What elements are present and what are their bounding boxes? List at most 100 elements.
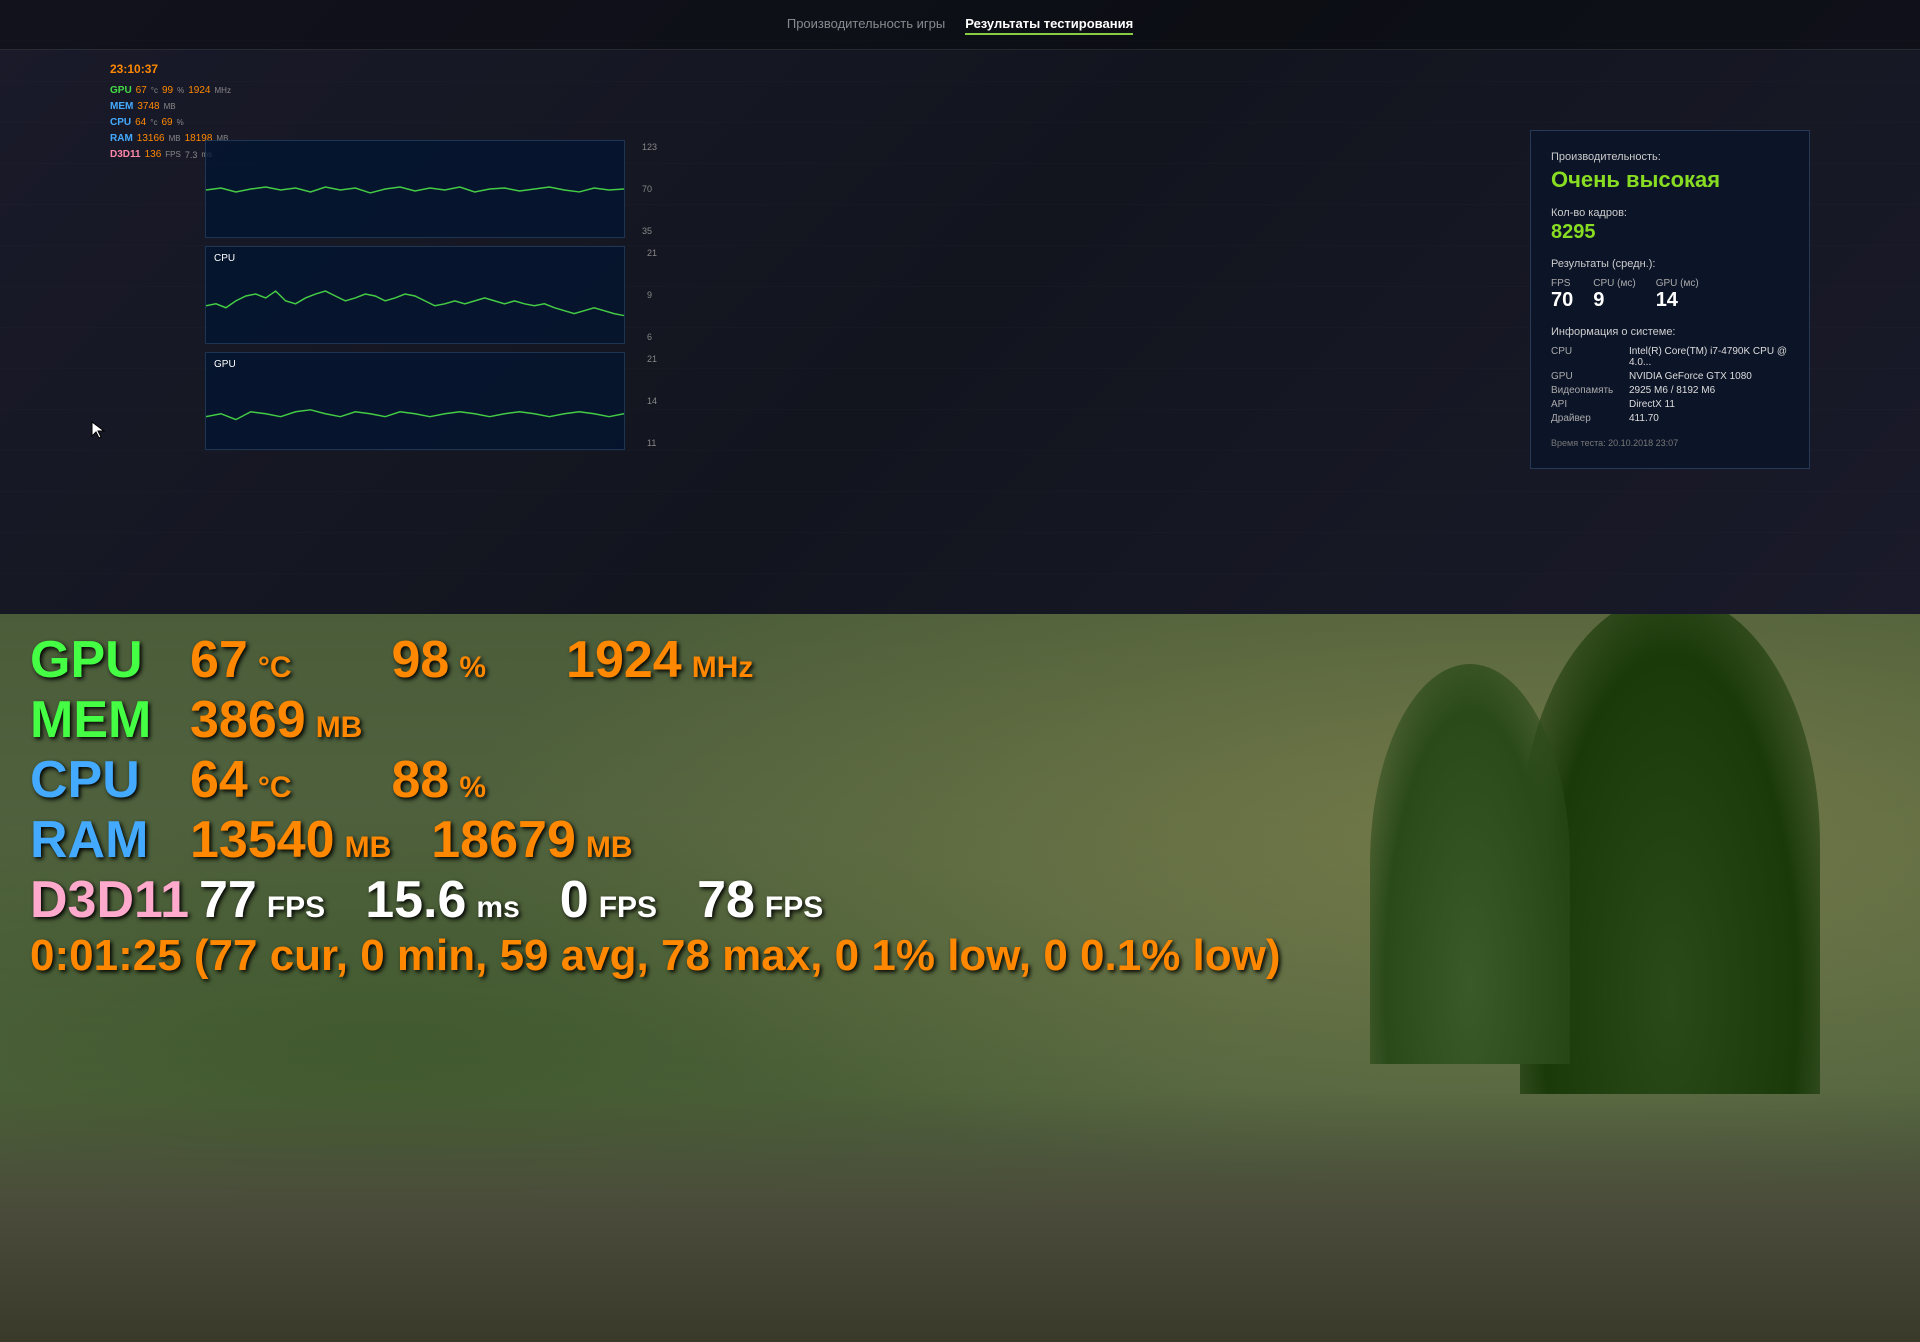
- tab-results[interactable]: Результаты тестирования: [965, 14, 1133, 35]
- metric-gpu-ms: GPU (мс) 14: [1656, 278, 1699, 312]
- sysinfo-cpu-key: CPU: [1551, 346, 1621, 368]
- hud-cpu-load: 88: [392, 754, 450, 806]
- results-perf-label: Производительность:: [1551, 151, 1789, 163]
- hud-gpu-clock: 1924: [566, 634, 682, 686]
- chart-fps-scale-bot: 35: [642, 226, 657, 236]
- hud-d3d-ms-unit: ms: [476, 893, 519, 923]
- chart-gpu-scale-bot: 11: [647, 438, 657, 448]
- chart-gpu-scale-top: 21: [647, 354, 657, 364]
- hud-mem-unit: MB: [316, 713, 363, 743]
- hud-gpu-temp: 67: [190, 634, 248, 686]
- tree-right2: [1370, 664, 1570, 1064]
- metric-cpu-ms-value: 9: [1593, 289, 1635, 312]
- chart-gpu-container: GPU 21 14 11: [205, 352, 625, 450]
- results-frames-value: 8295: [1551, 221, 1789, 244]
- stat-gpu-clock-unit: MHz: [215, 85, 231, 98]
- hud-d3d-label: D3D11: [30, 874, 189, 926]
- hud-d3d-fps2: 0: [560, 874, 589, 926]
- hud-summary: 0:01:25 (77 cur, 0 min, 59 avg, 78 max, …: [30, 934, 1281, 978]
- chart-cpu-svg: [206, 247, 624, 343]
- hud-ram-val1: 13540: [190, 814, 335, 866]
- metric-fps-label: FPS: [1551, 278, 1573, 289]
- results-frames-label: Кол-во кадров:: [1551, 207, 1789, 219]
- stat-gpu-label: GPU: [110, 83, 132, 99]
- hud-d3d-fps: 77: [199, 874, 257, 926]
- nav-tabs: Производительность игры Результаты тести…: [0, 0, 1920, 50]
- hud-cpu-load-unit: %: [459, 773, 486, 803]
- stat-cpu-temp-unit: °c: [150, 117, 157, 130]
- sysinfo-gpu-val: NVIDIA GeForce GTX 1080: [1629, 371, 1752, 382]
- results-panel: Производительность: Очень высокая Кол-во…: [1530, 130, 1810, 469]
- stat-cpu-load-unit: %: [177, 117, 184, 130]
- sysinfo-gpu-key: GPU: [1551, 371, 1621, 382]
- hud-d3d-fps3-unit: FPS: [765, 893, 823, 923]
- hud-overlay: GPU 67 °C 98% 1924 MHz MEM 3869MB CPU 64°C…: [30, 634, 1281, 986]
- metric-gpu-ms-value: 14: [1656, 289, 1699, 312]
- hud-d3d-fps-unit: FPS: [267, 893, 325, 923]
- results-timestamp: Время теста: 20.10.2018 23:07: [1551, 438, 1789, 448]
- chart-fps-scale-mid: 70: [642, 184, 657, 194]
- hud-cpu-label: CPU: [30, 754, 180, 806]
- metric-cpu-ms: CPU (мс) 9: [1593, 278, 1635, 312]
- metric-fps-value: 70: [1551, 289, 1573, 312]
- metric-fps: FPS 70: [1551, 278, 1573, 312]
- hud-d3d-fps3: 78: [697, 874, 755, 926]
- stat-mem-label: MEM: [110, 99, 133, 115]
- hud-ram-unit2: MB: [586, 833, 633, 863]
- ground: [0, 1092, 1920, 1342]
- sysinfo-api-row: API DirectX 11: [1551, 399, 1789, 410]
- stat-cpu-load: 69: [161, 115, 172, 131]
- stat-d3d-ms: 7.3: [185, 148, 198, 162]
- chart-fps: 123 70 35: [205, 140, 625, 238]
- hud-gpu-temp-unit: °C: [258, 653, 292, 683]
- chart-fps-scale-top: 123: [642, 142, 657, 152]
- stat-d3d-label: D3D11: [110, 147, 141, 163]
- top-panel: Производительность игры Результаты тести…: [0, 0, 1920, 614]
- sysinfo-vram-val: 2925 М6 / 8192 М6: [1629, 385, 1715, 396]
- chart-gpu-scale-mid: 14: [647, 396, 657, 406]
- bottom-panel: GPU 67 °C 98% 1924 MHz MEM 3869MB CPU 64°C…: [0, 614, 1920, 1342]
- stat-ram-label: RAM: [110, 131, 133, 147]
- chart-cpu-container: CPU 21 9 6: [205, 246, 625, 344]
- hud-gpu-label: GPU: [30, 634, 180, 686]
- hud-mem-label: MEM: [30, 694, 180, 746]
- charts-wrapper: 123 70 35 CPU 21 9 6 GPU: [205, 140, 625, 450]
- sysinfo-driver-row: Драйвер 411.70: [1551, 413, 1789, 424]
- hud-d3d-row: D3D11 77 FPS 15.6 ms 0 FPS 78 FPS: [30, 874, 1281, 926]
- chart-cpu-scale-mid: 9: [647, 290, 657, 300]
- hud-cpu-row: CPU 64°C 88%: [30, 754, 1281, 806]
- stat-gpu-load-unit: %: [177, 85, 184, 98]
- chart-fps-svg: [206, 141, 624, 237]
- hud-ram-label: RAM: [30, 814, 180, 866]
- stat-cpu-label: CPU: [110, 115, 131, 131]
- sysinfo-vram-row: Видеопамять 2925 М6 / 8192 М6: [1551, 385, 1789, 396]
- results-metrics: FPS 70 CPU (мс) 9 GPU (мс) 14: [1551, 278, 1789, 312]
- hud-d3d-ms: 15.6: [365, 874, 466, 926]
- hud-gpu-load-unit: %: [459, 653, 486, 683]
- stat-cpu-temp: 64: [135, 115, 146, 131]
- chart-cpu-scale-bot: 6: [647, 332, 657, 342]
- hud-ram-val2: 18679: [431, 814, 576, 866]
- tab-performance[interactable]: Производительность игры: [787, 14, 945, 35]
- metric-cpu-ms-label: CPU (мс): [1593, 278, 1635, 289]
- stat-gpu-temp: 67: [136, 83, 147, 99]
- stat-ram-val1: 13166: [137, 131, 165, 147]
- hud-d3d-fps2-unit: FPS: [599, 893, 657, 923]
- stat-gpu-temp-unit: °c: [151, 85, 158, 98]
- results-sysinfo-label: Информация о системе:: [1551, 326, 1789, 338]
- results-avg-label: Результаты (средн.):: [1551, 258, 1789, 270]
- stat-gpu-clock: 1924: [188, 83, 210, 99]
- hud-gpu-row: GPU 67 °C 98% 1924 MHz: [30, 634, 1281, 686]
- sysinfo-cpu-val: Intel(R) Core(TM) i7-4790K CPU @ 4.0...: [1629, 346, 1789, 368]
- sysinfo-api-val: DirectX 11: [1629, 399, 1675, 410]
- hud-gpu-clock-unit: MHz: [692, 653, 754, 683]
- sysinfo-api-key: API: [1551, 399, 1621, 410]
- stat-time: 23:10:37: [110, 60, 231, 79]
- hud-gpu-load: 98: [392, 634, 450, 686]
- stat-ram-unit1: MB: [169, 133, 181, 146]
- hud-mem-row: MEM 3869MB: [30, 694, 1281, 746]
- sysinfo-cpu-row: CPU Intel(R) Core(TM) i7-4790K CPU @ 4.0…: [1551, 346, 1789, 368]
- stat-mem-unit: MB: [164, 101, 176, 114]
- stat-gpu-load: 99: [162, 83, 173, 99]
- sysinfo-driver-val: 411.70: [1629, 413, 1659, 424]
